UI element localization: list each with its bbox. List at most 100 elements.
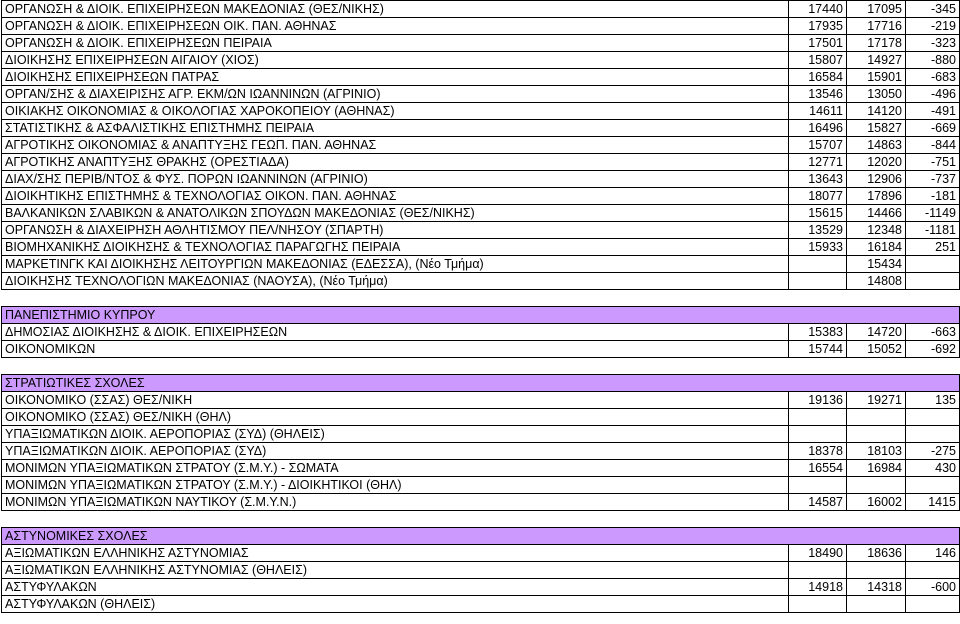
program-name-cell: ΔΙΑΧ/ΣΗΣ ΠΕΡΙΒ/ΝΤΟΣ & ΦΥΣ. ΠΟΡΩΝ ΙΩΑΝΝΙΝ… (1, 170, 789, 188)
score-difference-cell: -669 (905, 119, 960, 137)
table-row: ΔΙΟΙΚΗΣΗΣ ΕΠΙΧΕΙΡΗΣΕΩΝ ΠΑΤΡΑΣ 16584 15901-… (1, 68, 960, 86)
score-first-cell: 13529 (788, 221, 847, 239)
program-name-cell: ΜΟΝΙΜΩΝ ΥΠΑΞΙΩΜΑΤΙΚΩΝ ΝΑΥΤΙΚΟΥ (Σ.Μ.Υ.Ν.… (1, 493, 789, 511)
score-difference-cell: 1415 (905, 493, 960, 511)
score-difference-cell: -844 (905, 136, 960, 154)
table-row: ΔΙΟΙΚΗΣΗΣ ΕΠΙΧΕΙΡΗΣΕΩΝ ΑΙΓΑΙΟΥ (ΧΙΟΣ) 158… (1, 51, 960, 69)
spacer-cell (1, 289, 960, 307)
table-row: ΑΞΙΩΜΑΤΙΚΩΝ ΕΛΛΗΝΙΚΗΣ ΑΣΤΥΝΟΜΙΑΣ 18490 186… (1, 544, 960, 562)
score-second-cell: 12020 (846, 153, 906, 171)
score-difference-cell: -491 (905, 102, 960, 120)
score-second-cell: 15434 (846, 255, 906, 273)
score-second-cell: 14120 (846, 102, 906, 120)
table-row: ΟΡΓΑΝΩΣΗ & ΔΙΟΙΚ. ΕΠΙΧΕΙΡΗΣΕΩΝ ΟΙΚ. ΠΑΝ.… (1, 17, 960, 35)
score-second-cell: 15052 (846, 340, 906, 358)
program-name-cell: ΑΓΡΟΤΙΚΗΣ ΑΝΑΠΤΥΞΗΣ ΘΡΑΚΗΣ (ΟΡΕΣΤΙΑΔΑ) (1, 153, 789, 171)
program-name-cell: ΒΑΛΚΑΝΙΚΩΝ ΣΛΑΒΙΚΩΝ & ΑΝΑΤΟΛΙΚΩΝ ΣΠΟΥΔΩΝ… (1, 204, 789, 222)
program-name-cell: ΥΠΑΞΙΩΜΑΤΙΚΩΝ ΔΙΟΙΚ. ΑΕΡΟΠΟΡΙΑΣ (ΣΥΔ) (Θ… (1, 425, 789, 443)
table-row: ΟΡΓΑΝ/ΣΗΣ & ΔΙΑΧΕΙΡΙΣΗΣ ΑΓΡ. ΕΚΜ/ΩΝ ΙΩΑΝ… (1, 85, 960, 103)
score-first-cell: 15383 (788, 323, 847, 341)
table-row: ΟΙΚΟΝΟΜΙΚΩΝ 15744 15052 -692 (1, 340, 960, 358)
table-row: ΒΑΛΚΑΝΙΚΩΝ ΣΛΑΒΙΚΩΝ & ΑΝΑΤΟΛΙΚΩΝ ΣΠΟΥΔΩΝ… (1, 204, 960, 222)
score-first-cell: 16584 (788, 68, 847, 86)
table-row: ΑΞΙΩΜΑΤΙΚΩΝ ΕΛΛΗΝΙΚΗΣ ΑΣΤΥΝΟΜΙΑΣ (ΘΗΛΕΙΣ… (1, 561, 960, 579)
program-name-cell: ΣΤΑΤΙΣΤΙΚΗΣ & ΑΣΦΑΛΙΣΤΙΚΗΣ ΕΠΙΣΤΗΜΗΣ ΠΕΙ… (1, 119, 789, 137)
table-row: ΔΗΜΟΣΙΑΣ ΔΙΟΙΚΗΣΗΣ & ΔΙΟΙΚ. ΕΠΙΧΕΙΡΗΣΕΩΝ… (1, 323, 960, 341)
program-name-cell: ΑΣΤΥΦΥΛΑΚΩΝ (ΘΗΛΕΙΣ) (1, 595, 789, 613)
section-title: ΠΑΝΕΠΙΣΤΗΜΙΟ ΚΥΠΡΟΥ (1, 306, 960, 324)
program-name-cell: ΟΡΓΑΝΩΣΗ & ΔΙΟΙΚ. ΕΠΙΧΕΙΡΗΣΕΩΝ ΠΕΙΡΑΙΑ (1, 34, 789, 52)
score-second-cell (846, 408, 906, 426)
spacer-row (1, 510, 960, 528)
score-second-cell: 17178 (846, 34, 906, 52)
score-first-cell: 19136 (788, 391, 847, 409)
table-row: ΣΤΑΤΙΣΤΙΚΗΣ & ΑΣΦΑΛΙΣΤΙΚΗΣ ΕΠΙΣΤΗΜΗΣ ΠΕΙ… (1, 119, 960, 137)
score-second-cell: 14466 (846, 204, 906, 222)
table-row: ΑΓΡΟΤΙΚΗΣ ΟΙΚΟΝΟΜΙΑΣ & ΑΝΑΠΤΥΞΗΣ ΓΕΩΠ. Π… (1, 136, 960, 154)
program-name-cell: ΑΣΤΥΦΥΛΑΚΩΝ (1, 578, 789, 596)
score-difference-cell (905, 476, 960, 494)
score-first-cell: 12771 (788, 153, 847, 171)
program-name-cell: ΟΡΓΑΝΩΣΗ & ΔΙΟΙΚ. ΕΠΙΧΕΙΡΗΣΕΩΝ ΟΙΚ. ΠΑΝ.… (1, 17, 789, 35)
program-name-cell: ΑΞΙΩΜΑΤΙΚΩΝ ΕΛΛΗΝΙΚΗΣ ΑΣΤΥΝΟΜΙΑΣ (ΘΗΛΕΙΣ… (1, 561, 789, 579)
table-row: ΔΙΑΧ/ΣΗΣ ΠΕΡΙΒ/ΝΤΟΣ & ΦΥΣ. ΠΟΡΩΝ ΙΩΑΝΝΙΝ… (1, 170, 960, 188)
score-second-cell (846, 476, 906, 494)
score-difference-cell: -692 (905, 340, 960, 358)
score-first-cell: 15933 (788, 238, 847, 256)
score-second-cell: 16984 (846, 459, 906, 477)
score-second-cell: 17716 (846, 17, 906, 35)
score-difference-cell: -751 (905, 153, 960, 171)
score-difference-cell: -663 (905, 323, 960, 341)
score-first-cell: 18378 (788, 442, 847, 460)
score-first-cell: 13643 (788, 170, 847, 188)
score-second-cell: 15827 (846, 119, 906, 137)
program-name-cell: ΟΙΚΙΑΚΗΣ ΟΙΚΟΝΟΜΙΑΣ & ΟΙΚΟΛΟΓΙΑΣ ΧΑΡΟΚΟΠ… (1, 102, 789, 120)
program-name-cell: ΟΡΓΑΝΩΣΗ & ΔΙΑΧΕΙΡΗΣΗ ΑΘΛΗΤΙΣΜΟΥ ΠΕΛ/ΝΗΣ… (1, 221, 789, 239)
score-difference-cell (905, 425, 960, 443)
score-first-cell (788, 561, 847, 579)
score-first-cell: 14918 (788, 578, 847, 596)
section-header-row: ΠΑΝΕΠΙΣΤΗΜΙΟ ΚΥΠΡΟΥ (1, 306, 960, 324)
score-second-cell: 18636 (846, 544, 906, 562)
score-difference-cell: 251 (905, 238, 960, 256)
program-name-cell: ΜΟΝΙΜΩΝ ΥΠΑΞΙΩΜΑΤΙΚΩΝ ΣΤΡΑΤΟΥ (Σ.Μ.Υ.) -… (1, 476, 789, 494)
score-difference-cell: 430 (905, 459, 960, 477)
table-row: ΜΟΝΙΜΩΝ ΥΠΑΞΙΩΜΑΤΙΚΩΝ ΣΤΡΑΤΟΥ (Σ.Μ.Υ.) -… (1, 476, 960, 494)
score-first-cell: 15707 (788, 136, 847, 154)
score-difference-cell: -880 (905, 51, 960, 69)
score-difference-cell: -1149 (905, 204, 960, 222)
table-row: ΜΟΝΙΜΩΝ ΥΠΑΞΙΩΜΑΤΙΚΩΝ ΣΤΡΑΤΟΥ (Σ.Μ.Υ.) -… (1, 459, 960, 477)
score-first-cell: 15615 (788, 204, 847, 222)
program-name-cell: ΟΙΚΟΝΟΜΙΚΟ (ΣΣΑΣ) ΘΕΣ/ΝΙΚΗ (ΘΗΛ) (1, 408, 789, 426)
score-second-cell: 14863 (846, 136, 906, 154)
score-first-cell: 14611 (788, 102, 847, 120)
program-name-cell: ΜΑΡΚΕΤΙΝΓΚ ΚΑΙ ΔΙΟΙΚΗΣΗΣ ΛΕΙΤΟΥΡΓΙΩΝ ΜΑΚ… (1, 255, 789, 273)
section-header-row: ΣΤΡΑΤΙΩΤΙΚΕΣ ΣΧΟΛΕΣ (1, 374, 960, 392)
program-name-cell: ΔΗΜΟΣΙΑΣ ΔΙΟΙΚΗΣΗΣ & ΔΙΟΙΚ. ΕΠΙΧΕΙΡΗΣΕΩΝ (1, 323, 789, 341)
program-name-cell: ΜΟΝΙΜΩΝ ΥΠΑΞΙΩΜΑΤΙΚΩΝ ΣΤΡΑΤΟΥ (Σ.Μ.Υ.) -… (1, 459, 789, 477)
score-difference-cell: 135 (905, 391, 960, 409)
score-first-cell: 16496 (788, 119, 847, 137)
score-first-cell (788, 476, 847, 494)
table-row: ΥΠΑΞΙΩΜΑΤΙΚΩΝ ΔΙΟΙΚ. ΑΕΡΟΠΟΡΙΑΣ (ΣΥΔ) (Θ… (1, 425, 960, 443)
section-title: ΣΤΡΑΤΙΩΤΙΚΕΣ ΣΧΟΛΕΣ (1, 374, 960, 392)
score-first-cell: 15807 (788, 51, 847, 69)
score-difference-cell: -323 (905, 34, 960, 52)
score-first-cell: 16554 (788, 459, 847, 477)
score-first-cell (788, 408, 847, 426)
score-second-cell (846, 561, 906, 579)
score-second-cell: 14318 (846, 578, 906, 596)
score-difference-cell: -496 (905, 85, 960, 103)
score-second-cell: 14808 (846, 272, 906, 290)
program-name-cell: ΑΞΙΩΜΑΤΙΚΩΝ ΕΛΛΗΝΙΚΗΣ ΑΣΤΥΝΟΜΙΑΣ (1, 544, 789, 562)
section-title: ΑΣΤΥΝΟΜΙΚΕΣ ΣΧΟΛΕΣ (1, 527, 960, 545)
score-second-cell: 16002 (846, 493, 906, 511)
score-second-cell: 15901 (846, 68, 906, 86)
program-name-cell: ΥΠΑΞΙΩΜΑΤΙΚΩΝ ΔΙΟΙΚ. ΑΕΡΟΠΟΡΙΑΣ (ΣΥΔ) (1, 442, 789, 460)
score-second-cell (846, 595, 906, 613)
score-difference-cell (905, 272, 960, 290)
section-header-row: ΑΣΤΥΝΟΜΙΚΕΣ ΣΧΟΛΕΣ (1, 527, 960, 545)
score-second-cell: 12906 (846, 170, 906, 188)
score-difference-cell: -1181 (905, 221, 960, 239)
table-row: ΔΙΟΙΚΗΤΙΚΗΣ ΕΠΙΣΤΗΜΗΣ & ΤΕΧΝΟΛΟΓΙΑΣ ΟΙΚΟ… (1, 187, 960, 205)
